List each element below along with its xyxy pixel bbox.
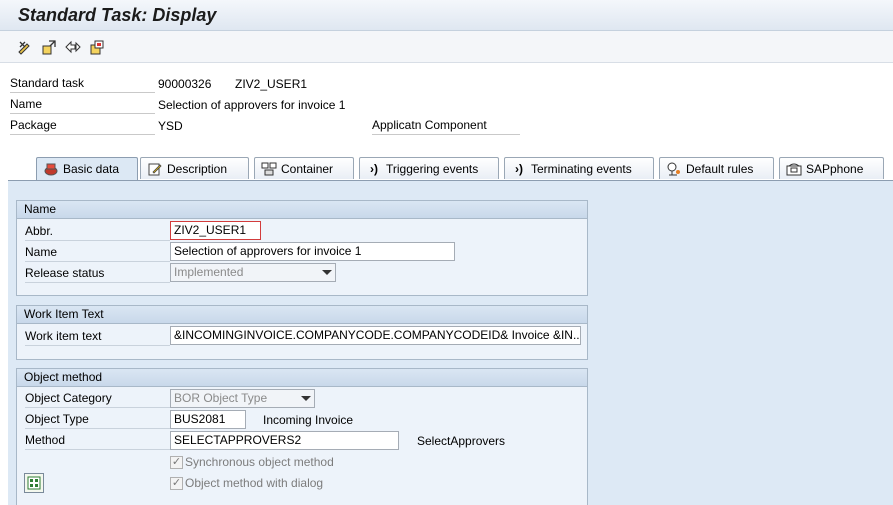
title-bar: Standard Task: Display (0, 0, 893, 31)
chevron-down-icon (301, 396, 311, 401)
name-field[interactable]: Selection of approvers for invoice 1 (170, 242, 455, 261)
standard-task-abbr: ZIV2_USER1 (235, 77, 308, 91)
tab-strip: Basic data Description Container ›) Trig… (8, 157, 893, 180)
object-type-description: Incoming Invoice (263, 413, 354, 427)
release-status-dropdown[interactable]: Implemented (170, 263, 336, 282)
checkbox-label: Object method with dialog (185, 476, 324, 490)
tab-label: Default rules (686, 161, 754, 176)
tab-label: SAPphone (806, 161, 864, 176)
tab-label: Container (281, 161, 334, 176)
object-category-dropdown[interactable]: BOR Object Type (170, 389, 315, 408)
work-item-text-label: Work item text (25, 328, 170, 346)
name-label: Name (25, 244, 170, 262)
header-name-value: Selection of approvers for invoice 1 (158, 98, 346, 112)
object-category-label: Object Category (25, 390, 170, 408)
checkbox-label: Synchronous object method (185, 455, 334, 469)
object-type-label: Object Type (25, 411, 170, 429)
default-rules-icon (666, 161, 682, 177)
synchronous-method-checkbox[interactable]: ✓ Synchronous object method (170, 455, 334, 470)
tab-label: Terminating events (531, 161, 632, 176)
tab-container[interactable]: Container (254, 157, 354, 179)
object-type-field[interactable]: BUS2081 (170, 410, 246, 429)
object-method-group: Object method Object Category BOR Object… (16, 368, 588, 505)
where-used-icon[interactable] (88, 38, 106, 56)
navigate-icon[interactable] (64, 38, 82, 56)
release-status-label: Release status (25, 265, 170, 283)
checkmark-icon: ✓ (170, 477, 183, 490)
header-name-label: Name (10, 96, 155, 114)
group-title: Work Item Text (17, 306, 587, 324)
container-icon (261, 161, 277, 177)
release-status-value: Implemented (174, 265, 244, 279)
window-title: Standard Task: Display (18, 5, 217, 25)
abbr-label: Abbr. (25, 223, 170, 241)
sapphone-icon (786, 161, 802, 177)
triggering-events-icon: ›) (370, 161, 378, 176)
tab-triggering-events[interactable]: ›) Triggering events (359, 157, 499, 179)
tab-default-rules[interactable]: Default rules (659, 157, 774, 179)
method-label: Method (25, 432, 170, 450)
application-toolbar (0, 31, 893, 63)
change-display-icon[interactable] (16, 38, 34, 56)
chevron-down-icon (322, 270, 332, 275)
work-item-text-field[interactable]: &INCOMINGINVOICE.COMPANYCODE.COMPANYCODE… (170, 326, 581, 345)
abbr-field[interactable]: ZIV2_USER1 (170, 221, 261, 240)
standard-task-number: 90000326 (158, 77, 212, 91)
standard-task-label: Standard task (10, 75, 155, 93)
object-category-value: BOR Object Type (174, 391, 268, 405)
other-object-icon[interactable] (40, 38, 58, 56)
tab-terminating-events[interactable]: ›) Terminating events (504, 157, 654, 179)
package-value: YSD (158, 119, 183, 133)
basic-data-icon (43, 161, 59, 177)
package-label: Package (10, 117, 155, 135)
method-description: SelectApprovers (417, 434, 506, 448)
tab-sapphone[interactable]: SAPphone (779, 157, 884, 179)
work-item-text-group: Work Item Text Work item text &INCOMINGI… (16, 305, 588, 360)
tab-label: Basic data (63, 162, 120, 176)
method-parameters-icon[interactable] (24, 473, 44, 493)
description-icon (147, 161, 163, 177)
checkmark-icon: ✓ (170, 456, 183, 469)
tab-label: Triggering events (386, 161, 479, 176)
name-group: Name Abbr. ZIV2_USER1 Name Selection of … (16, 200, 588, 296)
method-field[interactable]: SELECTAPPROVERS2 (170, 431, 399, 450)
tab-label: Description (167, 161, 228, 176)
group-title: Name (17, 201, 587, 219)
tab-basic-data[interactable]: Basic data (36, 157, 138, 180)
method-with-dialog-checkbox[interactable]: ✓ Object method with dialog (170, 476, 323, 491)
terminating-events-icon: ›) (515, 161, 523, 176)
group-title: Object method (17, 369, 587, 387)
application-component-label: Applicatn Component (372, 117, 520, 135)
tab-description[interactable]: Description (140, 157, 249, 179)
